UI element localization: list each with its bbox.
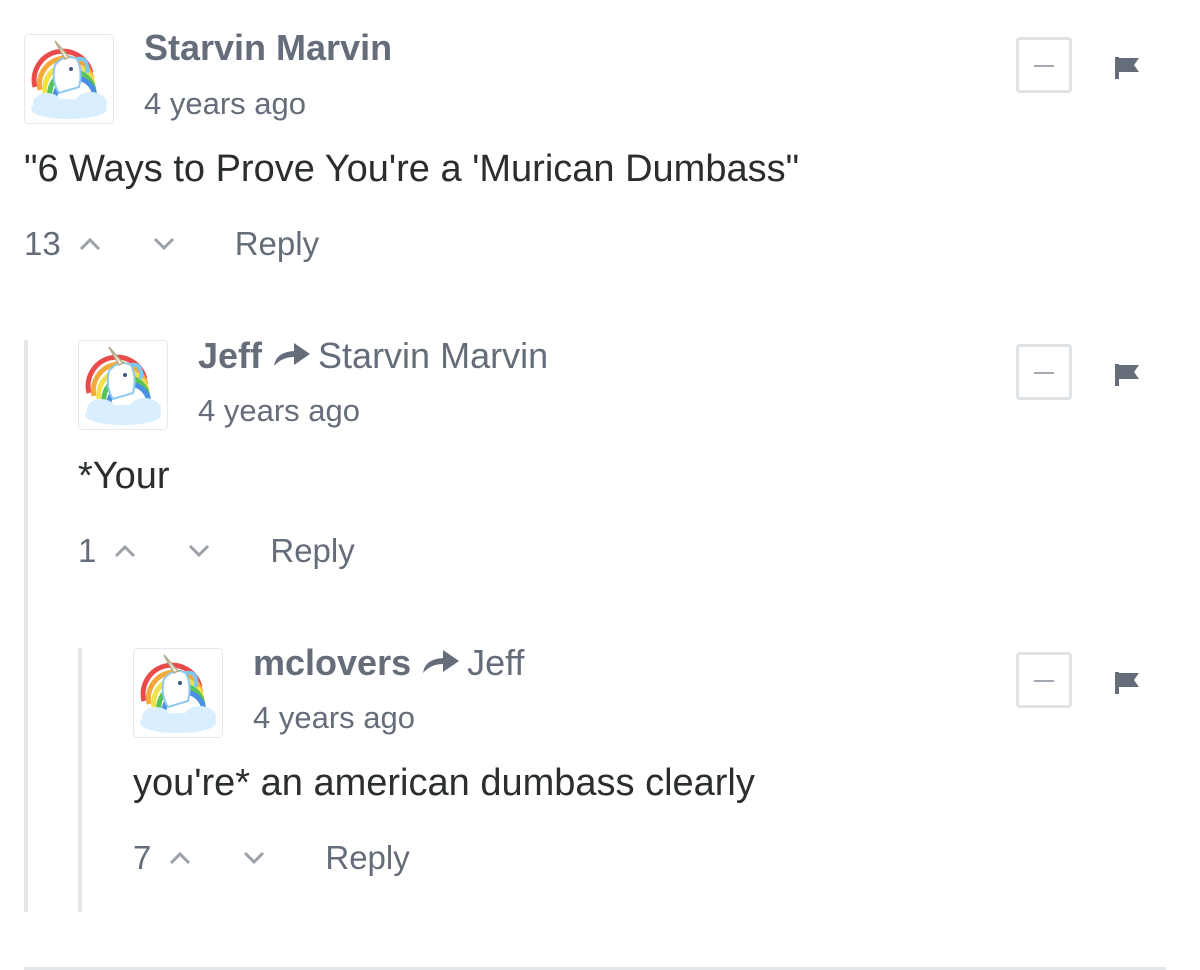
- author-name[interactable]: Starvin Marvin: [144, 27, 392, 68]
- downvote-icon[interactable]: [188, 544, 210, 558]
- avatar[interactable]: [78, 340, 168, 430]
- thread-line-level-2: [78, 648, 82, 912]
- reply-arrow-icon: [423, 650, 460, 674]
- comment-timestamp[interactable]: 4 years ago: [144, 84, 306, 124]
- vote-count: 7: [133, 839, 152, 876]
- upvote-icon[interactable]: [169, 851, 191, 865]
- vote-count: 13: [24, 225, 61, 262]
- avatar[interactable]: [24, 34, 114, 124]
- downvote-icon[interactable]: [153, 237, 175, 251]
- comment-actions: 7 Reply: [133, 838, 410, 878]
- comment-timestamp[interactable]: 4 years ago: [253, 698, 415, 738]
- comment-timestamp[interactable]: 4 years ago: [198, 391, 360, 431]
- author-name[interactable]: Jeff: [198, 335, 262, 376]
- reply-button[interactable]: Reply: [270, 531, 354, 571]
- collapse-minus-icon: [1034, 65, 1054, 67]
- collapse-button[interactable]: [1016, 37, 1072, 93]
- avatar[interactable]: [133, 648, 223, 738]
- reply-arrow-icon: [274, 343, 311, 367]
- collapse-button[interactable]: [1016, 652, 1072, 708]
- comment-body: *Your: [78, 455, 170, 497]
- comment-body: you're* an american dumbass clearly: [133, 762, 755, 804]
- unicorn-avatar-icon: [85, 346, 161, 425]
- collapse-button[interactable]: [1016, 344, 1072, 400]
- flag-icon[interactable]: [1113, 363, 1141, 387]
- downvote-icon[interactable]: [243, 851, 265, 865]
- comment-author-line: Starvin Marvin: [144, 26, 392, 70]
- author-name[interactable]: mclovers: [253, 642, 411, 683]
- unicorn-avatar-icon: [140, 654, 216, 733]
- vote-count: 1: [78, 532, 97, 569]
- flag-icon[interactable]: [1113, 671, 1141, 695]
- reply-button[interactable]: Reply: [235, 224, 319, 264]
- parent-author-name[interactable]: Jeff: [467, 642, 524, 683]
- comment-author-line: Jeff Starvin Marvin: [198, 334, 548, 378]
- collapse-minus-icon: [1034, 372, 1054, 374]
- thread-line-level-1: [24, 340, 28, 912]
- reply-button[interactable]: Reply: [325, 838, 409, 878]
- unicorn-avatar-icon: [31, 40, 107, 119]
- upvote-icon[interactable]: [114, 544, 136, 558]
- flag-icon[interactable]: [1113, 56, 1141, 80]
- comment-actions: 1 Reply: [78, 531, 355, 571]
- comment-actions: 13 Reply: [24, 224, 319, 264]
- parent-author-name[interactable]: Starvin Marvin: [318, 335, 548, 376]
- comment-body: "6 Ways to Prove You're a 'Murican Dumba…: [24, 148, 800, 190]
- comment-author-line: mclovers Jeff: [253, 641, 524, 685]
- collapse-minus-icon: [1034, 680, 1054, 682]
- upvote-icon[interactable]: [79, 237, 101, 251]
